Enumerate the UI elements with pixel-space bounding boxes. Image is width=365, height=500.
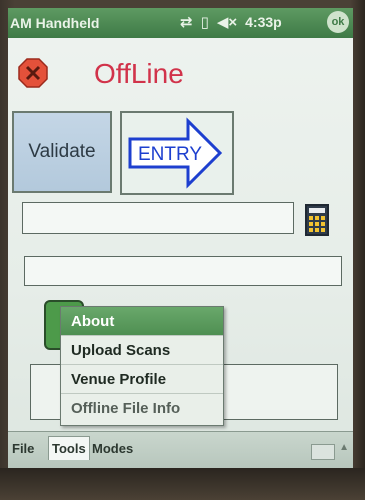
validate-label: Validate <box>28 141 96 162</box>
entry-button[interactable]: ENTRY <box>120 111 234 195</box>
menu-item-about[interactable]: About <box>61 307 223 336</box>
entry-arrow-icon: ENTRY <box>128 117 223 189</box>
menu-item-upload-scans[interactable]: Upload Scans <box>61 336 223 365</box>
tools-popup-menu: About Upload Scans Venue Profile Offline… <box>60 306 224 426</box>
menu-tools[interactable]: Tools <box>48 436 90 460</box>
validate-button[interactable]: Validate <box>12 111 112 193</box>
connectivity-icon[interactable]: ⇄ <box>180 13 193 31</box>
entry-label: ENTRY <box>138 144 202 165</box>
result-field[interactable] <box>24 256 342 286</box>
app-title: AM Handheld <box>10 15 100 31</box>
battery-icon[interactable]: ▯ <box>201 13 209 31</box>
bottom-menu-bar: File Tools Modes ▲ <box>8 431 353 468</box>
menu-item-venue-profile[interactable]: Venue Profile <box>61 365 223 394</box>
menu-file[interactable]: File <box>12 441 34 456</box>
device-screen: AM Handheld ⇄ ▯ ◀× 4:33p ok OffLine Vali… <box>8 8 353 468</box>
keyboard-icon[interactable] <box>311 444 335 460</box>
status-icons: ⇄ ▯ ◀× 4:33p <box>180 13 282 31</box>
offline-x-icon <box>18 58 48 88</box>
barcode-input[interactable] <box>22 202 294 234</box>
ok-button[interactable]: ok <box>327 11 349 33</box>
device-bottom-edge <box>0 468 365 500</box>
app-header: OffLine <box>8 48 353 92</box>
menu-modes[interactable]: Modes <box>92 441 133 456</box>
menu-item-offline-file-info[interactable]: Offline File Info <box>61 394 223 423</box>
clock[interactable]: 4:33p <box>245 14 282 30</box>
keyboard-arrow-icon[interactable]: ▲ <box>339 442 349 453</box>
calculator-icon[interactable] <box>305 204 329 236</box>
status-bar: AM Handheld ⇄ ▯ ◀× 4:33p ok <box>8 8 353 38</box>
volume-muted-icon[interactable]: ◀× <box>217 13 237 31</box>
connection-status-title: OffLine <box>94 58 184 89</box>
